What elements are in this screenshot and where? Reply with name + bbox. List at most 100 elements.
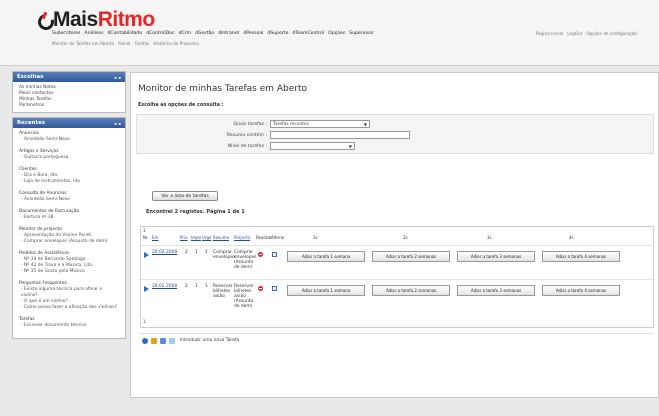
postpone-2-weeks-button[interactable]: Adiar a tarefa 2 semanas (372, 251, 450, 262)
logo-suffix: Ritmo (97, 8, 156, 31)
task-impo: 1 (195, 284, 198, 289)
col-urge[interactable]: Urge (202, 235, 212, 240)
recentes-title-bar: Recentes ▪ ▪ (13, 118, 125, 128)
link-logout[interactable]: LogOut (567, 31, 582, 36)
recent-group: Monitor de projecto - Apresentação do Vi… (19, 227, 119, 245)
filter-which-row: Quais tarefas : Tarefas recentes ▼ (199, 120, 370, 128)
postpone-1-week-button[interactable]: Adiar a tarefa 1 semana (287, 285, 365, 296)
table-row: 20.02.2008 2 1 1 Comprar envelopes Compr… (141, 245, 655, 277)
recent-item[interactable]: - Acordeão Semi-Novo (19, 197, 119, 203)
escolhas-title: Escolhas (17, 74, 44, 80)
postpone-1-week-button[interactable]: Adiar a tarefa 1 semana (287, 251, 365, 262)
filter-panel: Quais tarefas : Tarefas recentes ▼ Resum… (136, 114, 654, 154)
document-icon[interactable] (151, 337, 157, 344)
col-postpone-4: 4s (569, 235, 574, 240)
postpone-3-weeks-button[interactable]: Adiar a tarefa 3 semanas (457, 251, 535, 262)
chevron-down-icon: ▼ (363, 121, 367, 127)
subnav-item-tarefas[interactable]: Tarefas (134, 41, 149, 46)
task-date[interactable]: 28.02.2008 (152, 284, 177, 289)
col-nr: Nr. (143, 235, 149, 240)
page-title: Monitor de minhas Tarefas em Aberto (138, 84, 308, 94)
escolhas-list: As minhas Notas Meus contactos Minhas Ta… (13, 82, 125, 112)
recentes-title: Recentes (17, 120, 45, 126)
settings-icon[interactable] (142, 337, 148, 344)
table-actions-bar: Introduzir uma nova Tarefa (140, 333, 654, 347)
nav-item-dteamcontrol[interactable]: dTeamControl (292, 31, 324, 36)
sidebar-item-parametros[interactable]: Parâmetros (19, 103, 119, 109)
col-summary[interactable]: Resumo (213, 235, 229, 240)
nav-item-subscritores[interactable]: Subscritores (52, 31, 80, 36)
open-task-icon[interactable] (144, 286, 149, 292)
recent-group: Anúncios - Acordeão Semi-Novo (19, 131, 119, 143)
top-links: Página Inicial LogOut Opções de configur… (536, 31, 637, 36)
postpone-4-weeks-button[interactable]: Adiar a tarefa 4 semanas (542, 285, 620, 296)
edit-task-icon[interactable] (272, 252, 277, 257)
postpone-4-weeks-button[interactable]: Adiar a tarefa 4 semanas (542, 251, 620, 262)
postpone-3-weeks-button[interactable]: Adiar a tarefa 3 semanas (457, 285, 535, 296)
task-date[interactable]: 20.02.2008 (152, 250, 177, 255)
collapse-icon[interactable]: ▪ ▪ (114, 75, 121, 80)
recent-item[interactable]: - Nº 35 de Gosto pela Música (19, 269, 119, 275)
which-tasks-label: Quais tarefas : (233, 121, 267, 127)
edit-task-icon[interactable] (272, 286, 277, 291)
nav-item-supervisor[interactable]: Supervisor (349, 31, 374, 36)
sidebar: Escolhas ▪ ▪ As minhas Notas Meus contac… (12, 71, 126, 343)
nav-item-dcontroldoc[interactable]: dControlDoc (146, 31, 174, 36)
col-edit: Alterar (271, 235, 285, 240)
task-level-select[interactable]: ▼ (270, 142, 355, 150)
main-nav: Subscritores Análises dContabilidade dCo… (52, 31, 374, 36)
nav-item-opcoes[interactable]: Opções (328, 31, 345, 36)
recent-group: Documentos de Facturação - Factura nº 38 (19, 209, 119, 221)
col-impo[interactable]: Impo (191, 235, 201, 240)
recent-group: Clientes - Dra e Bora, lda - Loja de Ins… (19, 167, 119, 185)
results-summary: Encontrei 2 registos. Página 1 de 1 (146, 209, 245, 215)
nav-item-dintranet[interactable]: dIntranet (218, 31, 239, 36)
view-task-list-button[interactable]: Ver a lista de tarefas (152, 191, 218, 201)
filter-summary-row: Resumo contém : (199, 131, 410, 139)
grid-icon[interactable] (160, 337, 166, 344)
subnav-item-painel[interactable]: Painel (118, 41, 130, 46)
table-row: 28.02.2008 2 1 1 Reservar bilhetes avião… (141, 279, 655, 311)
recent-item[interactable]: - Como posso fazer a afinação dos violin… (19, 305, 119, 311)
col-date[interactable]: Em (152, 235, 158, 240)
recent-item[interactable]: - Guitarra portuguesa (19, 155, 119, 161)
summary-contains-input[interactable] (270, 131, 410, 139)
which-tasks-select[interactable]: Tarefas recentes ▼ (270, 120, 370, 128)
task-project: Reservar bilhetes avião (Assunto de dem) (234, 284, 254, 309)
logo-prefix: Mais (53, 8, 98, 31)
col-postpone-3: 3s (487, 235, 492, 240)
task-summary: Comprar envelopes (213, 250, 236, 260)
new-task-icon[interactable] (169, 337, 175, 344)
table-header: Nr. Em Prio Impo Urge Resumo Projecto Re… (141, 233, 655, 242)
nav-item-analises[interactable]: Análises (84, 31, 103, 36)
new-task-link[interactable]: Introduzir uma nova Tarefa (180, 338, 239, 343)
recentes-list: Anúncios - Acordeão Semi-Novo Artigos e … (13, 128, 125, 338)
nav-item-dpessoal[interactable]: dPessoal (243, 31, 263, 36)
complete-task-icon[interactable] (258, 286, 263, 291)
col-done: Realizar (256, 235, 272, 240)
col-project[interactable]: Projecto (234, 235, 250, 240)
subnav-item-monitor[interactable]: Monitor de Tarefas em Aberto (52, 41, 114, 46)
col-prio[interactable]: Prio (180, 235, 188, 240)
link-home[interactable]: Página Inicial (536, 31, 564, 36)
recent-item[interactable]: - Loja de Instrumentos, lda (19, 179, 119, 185)
open-task-icon[interactable] (144, 252, 149, 258)
link-settings[interactable]: Opções de configuração (586, 31, 637, 36)
recent-item[interactable]: - Factura nº 38 (19, 215, 119, 221)
nav-item-dsuporte[interactable]: dSuporte (267, 31, 288, 36)
summary-contains-label: Resumo contém : (226, 132, 267, 138)
nav-item-dcrm[interactable]: dCrm (179, 31, 191, 36)
postpone-2-weeks-button[interactable]: Adiar a tarefa 2 semanas (372, 285, 450, 296)
nav-item-dcontabilidade[interactable]: dContabilidade (108, 31, 143, 36)
recent-item[interactable]: - Comprar envelopes (Assunto de dem) (19, 239, 119, 245)
recent-item[interactable]: - Escrever documento técnico (19, 323, 119, 329)
which-tasks-value: Tarefas recentes (273, 121, 309, 127)
complete-task-icon[interactable] (258, 252, 263, 257)
logo[interactable]: MaisRitmo (36, 8, 155, 32)
nav-item-dgestao[interactable]: dGestão (195, 31, 214, 36)
subnav-item-historico[interactable]: Histórico de Projectos (153, 41, 198, 46)
collapse-icon[interactable]: ▪ ▪ (114, 121, 121, 126)
recent-item[interactable]: - Acordeão Semi-Novo (19, 137, 119, 143)
task-prio: 2 (185, 250, 188, 255)
recent-item[interactable]: - Existe alguma técnica para afinar o vi… (19, 287, 119, 299)
